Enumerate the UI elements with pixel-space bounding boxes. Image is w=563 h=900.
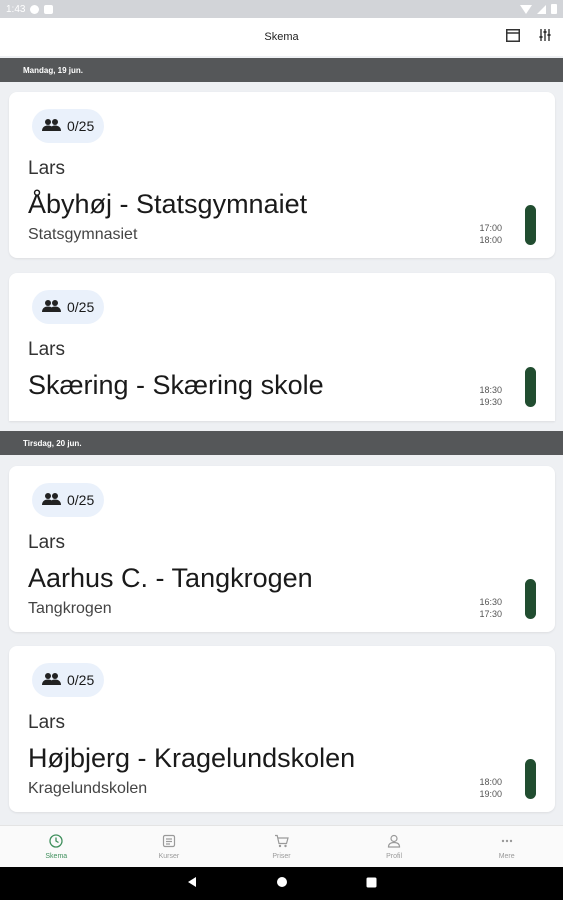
instructor-name: Lars <box>28 532 65 553</box>
nav-label: Priser <box>272 852 291 860</box>
session-times: 18:00 19:00 <box>479 776 502 800</box>
end-time: 17:30 <box>479 609 502 619</box>
recents-icon[interactable] <box>366 875 377 893</box>
status-time: 1:43 <box>6 3 26 15</box>
day-header: Tirsdag, 20 jun. <box>0 431 563 455</box>
signal-icon <box>537 4 546 14</box>
cart-icon <box>274 834 289 850</box>
clock-icon <box>49 833 63 850</box>
nav-item-mere[interactable]: Mere <box>450 826 563 867</box>
session-title: Åbyhøj - Statsgymnaiet <box>28 189 308 219</box>
participants-badge: 0/25 <box>32 663 105 697</box>
participants-count: 0/25 <box>67 492 95 508</box>
list-icon <box>162 834 176 850</box>
end-time: 19:30 <box>479 397 502 407</box>
status-bar: 1:43 <box>0 0 563 18</box>
session-card[interactable]: 0/25 Lars Højbjerg - Kragelundskolen Kra… <box>9 646 555 812</box>
notification-icon <box>30 4 40 14</box>
session-title: Aarhus C. - Tangkrogen <box>28 563 313 593</box>
app-bar: Skema <box>0 18 563 56</box>
session-location: Statsgymnasiet <box>28 226 138 243</box>
nav-label: Profil <box>386 852 403 860</box>
more-icon <box>500 834 514 850</box>
start-time: 16:30 <box>479 597 502 607</box>
session-location: Tangkrogen <box>28 600 112 617</box>
system-nav-bar <box>0 867 563 900</box>
start-time: 18:00 <box>479 777 502 787</box>
participants-count: 0/25 <box>67 672 95 688</box>
session-title: Højbjerg - Kragelundskolen <box>28 743 356 773</box>
status-indicator <box>525 579 536 619</box>
participants-badge: 0/25 <box>32 483 105 517</box>
people-icon <box>42 118 62 135</box>
wifi-icon <box>520 4 532 14</box>
nav-item-priser[interactable]: Priser <box>225 826 338 867</box>
bottom-nav: Skema Kurser Priser Profil Mere <box>0 825 563 867</box>
nav-item-kurser[interactable]: Kurser <box>113 826 226 867</box>
session-card[interactable]: 0/25 Lars Aarhus C. - Tangkrogen Tangkro… <box>9 466 555 632</box>
page-title: Skema <box>264 31 299 43</box>
end-time: 18:00 <box>479 235 502 245</box>
session-times: 16:30 17:30 <box>479 596 502 620</box>
session-location: Kragelundskolen <box>28 780 148 797</box>
filter-icon[interactable] <box>537 27 553 43</box>
nav-item-skema[interactable]: Skema <box>0 826 113 867</box>
calendar-view-icon[interactable] <box>505 27 521 43</box>
storage-icon <box>44 4 54 14</box>
nav-label: Skema <box>45 852 68 860</box>
session-card[interactable]: 0/25 Lars Skæring - Skæring skole 18:30 … <box>9 273 555 421</box>
people-icon <box>42 299 62 316</box>
nav-item-profil[interactable]: Profil <box>338 826 451 867</box>
participants-count: 0/25 <box>67 118 95 134</box>
start-time: 17:00 <box>479 223 502 233</box>
status-indicator <box>525 367 536 407</box>
participants-count: 0/25 <box>67 299 95 315</box>
session-times: 17:00 18:00 <box>479 222 502 246</box>
instructor-name: Lars <box>28 339 65 360</box>
session-card[interactable]: 0/25 Lars Åbyhøj - Statsgymnaiet Statsgy… <box>9 92 555 258</box>
back-icon[interactable] <box>186 875 198 893</box>
home-icon[interactable] <box>276 875 288 893</box>
start-time: 18:30 <box>479 385 502 395</box>
participants-badge: 0/25 <box>32 109 105 143</box>
status-indicator <box>525 759 536 799</box>
person-icon <box>387 834 401 850</box>
nav-label: Kurser <box>158 852 180 860</box>
participants-badge: 0/25 <box>32 290 105 324</box>
end-time: 19:00 <box>479 789 502 799</box>
people-icon <box>42 672 62 689</box>
instructor-name: Lars <box>28 712 65 733</box>
battery-icon <box>551 4 557 14</box>
session-title: Skæring - Skæring skole <box>28 370 324 400</box>
nav-label: Mere <box>498 852 515 860</box>
day-header: Mandag, 19 jun. <box>0 58 563 82</box>
status-indicator <box>525 205 536 245</box>
instructor-name: Lars <box>28 158 65 179</box>
session-times: 18:30 19:30 <box>479 384 502 408</box>
people-icon <box>42 492 62 509</box>
